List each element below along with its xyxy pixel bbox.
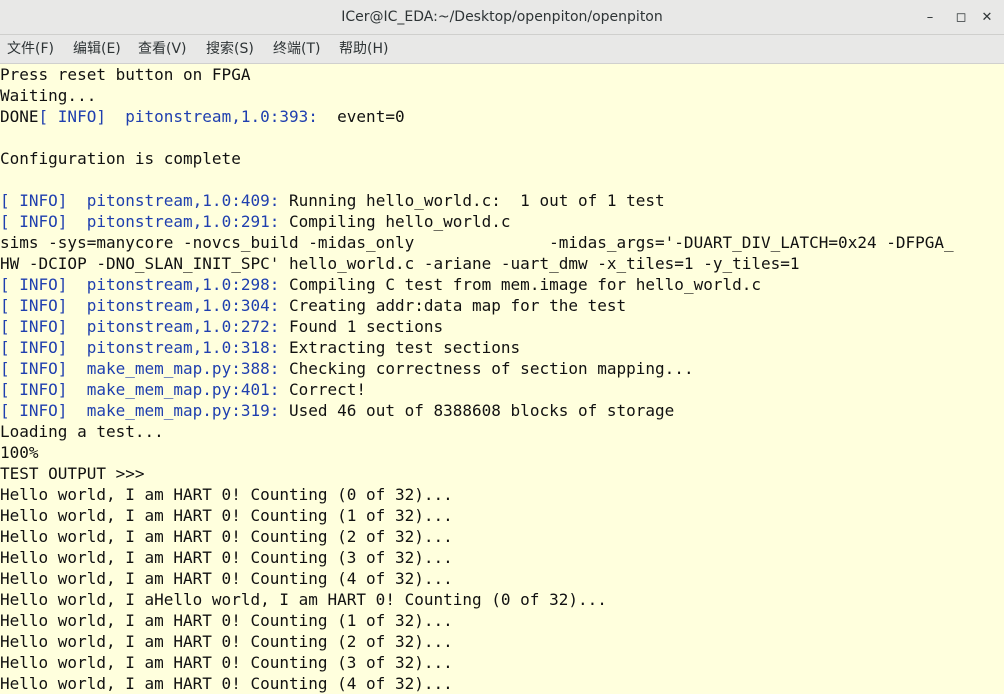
line-text: Found 1 sections (279, 317, 444, 336)
line-prefix: DONE (0, 107, 39, 126)
window-title: ICer@IC_EDA:~/Desktop/openpiton/openpito… (341, 9, 663, 25)
log-level-tag: [ INFO] (0, 191, 68, 210)
line-text: Compiling hello_world.c (279, 212, 511, 231)
log-source: pitonstream,1.0:409: (67, 191, 280, 210)
log-level-tag: [ INFO] (38, 107, 106, 126)
line-text: Loading a test... (0, 422, 164, 441)
terminal-line: [ INFO] pitonstream,1.0:272: Found 1 sec… (0, 316, 443, 337)
log-level-tag: [ INFO] (0, 359, 68, 378)
log-source: pitonstream,1.0:298: (67, 275, 280, 294)
terminal-line: HW -DCIOP -DNO_SLAN_INIT_SPC' hello_worl… (0, 253, 800, 274)
log-source: pitonstream,1.0:291: (67, 212, 280, 231)
terminal-line: DONE[ INFO] pitonstream,1.0:393: event=0 (0, 106, 405, 127)
minimize-icon[interactable]: – (920, 8, 940, 28)
terminal-line: [ INFO] pitonstream,1.0:304: Creating ad… (0, 295, 626, 316)
maximize-icon[interactable]: ◻ (951, 8, 971, 28)
line-text: Hello world, I am HART 0! Counting (0 of… (0, 485, 453, 504)
terminal-line: Press reset button on FPGA (0, 64, 250, 85)
terminal-line: Hello world, I am HART 0! Counting (2 of… (0, 631, 453, 652)
log-source: make_mem_map.py:388: (67, 359, 280, 378)
log-level-tag: [ INFO] (0, 380, 68, 399)
menu-terminal[interactable]: 终端(T) (273, 35, 320, 64)
terminal-line: Hello world, I am HART 0! Counting (4 of… (0, 673, 453, 694)
menu-view[interactable]: 查看(V) (138, 35, 187, 64)
line-text: Compiling C test from mem.image for hell… (279, 275, 761, 294)
log-source: make_mem_map.py:401: (67, 380, 280, 399)
terminal-line: Hello world, I am HART 0! Counting (1 of… (0, 610, 453, 631)
line-text: Running hello_world.c: 1 out of 1 test (279, 191, 665, 210)
terminal-line: Hello world, I am HART 0! Counting (1 of… (0, 505, 453, 526)
terminal-line: Configuration is complete (0, 148, 241, 169)
line-text: Configuration is complete (0, 149, 241, 168)
terminal-line: Hello world, I am HART 0! Counting (0 of… (0, 484, 453, 505)
terminal-output[interactable]: Press reset button on FPGA Waiting... DONE… (0, 64, 1004, 694)
line-text: Checking correctness of section mapping.… (279, 359, 694, 378)
line-text: Hello world, I am HART 0! Counting (1 of… (0, 611, 453, 630)
terminal-line: Loading a test... (0, 421, 164, 442)
line-text: sims -sys=manycore -novcs_build -midas_o… (0, 233, 954, 252)
terminal-line: Hello world, I am HART 0! Counting (4 of… (0, 568, 453, 589)
terminal-line: [ INFO] pitonstream,1.0:409: Running hel… (0, 190, 665, 211)
line-text: HW -DCIOP -DNO_SLAN_INIT_SPC' hello_worl… (0, 254, 800, 273)
log-source: pitonstream,1.0:272: (67, 317, 280, 336)
log-source: make_mem_map.py:319: (67, 401, 280, 420)
terminal-line: Hello world, I am HART 0! Counting (3 of… (0, 547, 453, 568)
window-titlebar[interactable]: ICer@IC_EDA:~/Desktop/openpiton/openpito… (0, 0, 1004, 35)
line-text: Hello world, I am HART 0! Counting (3 of… (0, 548, 453, 567)
log-level-tag: [ INFO] (0, 296, 68, 315)
line-text: 100% (0, 443, 39, 462)
line-text: Press reset button on FPGA (0, 65, 251, 84)
terminal-line: sims -sys=manycore -novcs_build -midas_o… (0, 232, 954, 253)
menu-file[interactable]: 文件(F) (7, 35, 54, 64)
terminal-line: 100% (0, 442, 39, 463)
line-text: Extracting test sections (279, 338, 521, 357)
log-source: pitonstream,1.0:318: (67, 338, 280, 357)
line-text: Hello world, I am HART 0! Counting (4 of… (0, 674, 453, 693)
terminal-line: TEST OUTPUT >>> (0, 463, 145, 484)
terminal-line: [ INFO] make_mem_map.py:319: Used 46 out… (0, 400, 674, 421)
line-text: event=0 (317, 107, 405, 126)
line-text: Hello world, I am HART 0! Counting (4 of… (0, 569, 453, 588)
terminal-line: Hello world, I am HART 0! Counting (3 of… (0, 652, 453, 673)
terminal-line: [ INFO] make_mem_map.py:388: Checking co… (0, 358, 694, 379)
line-text: TEST OUTPUT >>> (0, 464, 145, 483)
log-source: pitonstream,1.0:393: (105, 107, 318, 126)
line-text: Hello world, I am HART 0! Counting (1 of… (0, 506, 453, 525)
line-text: Creating addr:data map for the test (279, 296, 627, 315)
line-text: Hello world, I am HART 0! Counting (2 of… (0, 632, 453, 651)
line-text: Hello world, I am HART 0! Counting (3 of… (0, 653, 453, 672)
terminal-line: Hello world, I am HART 0! Counting (2 of… (0, 526, 453, 547)
menu-bar: 文件(F) 编辑(E) 查看(V) 搜索(S) 终端(T) 帮助(H) (0, 35, 1004, 64)
line-text: Hello world, I am HART 0! Counting (2 of… (0, 527, 453, 546)
log-source: pitonstream,1.0:304: (67, 296, 280, 315)
terminal-line: [ INFO] pitonstream,1.0:298: Compiling C… (0, 274, 761, 295)
log-level-tag: [ INFO] (0, 338, 68, 357)
line-text: Waiting... (0, 86, 97, 105)
terminal-line: Waiting... (0, 85, 96, 106)
line-text: Used 46 out of 8388608 blocks of storage (279, 401, 675, 420)
terminal-line: Hello world, I aHello world, I am HART 0… (0, 589, 607, 610)
menu-help[interactable]: 帮助(H) (339, 35, 388, 64)
menu-search[interactable]: 搜索(S) (206, 35, 254, 64)
log-level-tag: [ INFO] (0, 212, 68, 231)
log-level-tag: [ INFO] (0, 275, 68, 294)
line-text: Correct! (279, 380, 367, 399)
terminal-line: [ INFO] make_mem_map.py:401: Correct! (0, 379, 366, 400)
line-text: Hello world, I aHello world, I am HART 0… (0, 590, 607, 609)
log-level-tag: [ INFO] (0, 317, 68, 336)
terminal-line: [ INFO] pitonstream,1.0:318: Extracting … (0, 337, 520, 358)
menu-edit[interactable]: 编辑(E) (73, 35, 121, 64)
close-icon[interactable]: ✕ (977, 8, 997, 28)
log-level-tag: [ INFO] (0, 401, 68, 420)
terminal-line: [ INFO] pitonstream,1.0:291: Compiling h… (0, 211, 511, 232)
